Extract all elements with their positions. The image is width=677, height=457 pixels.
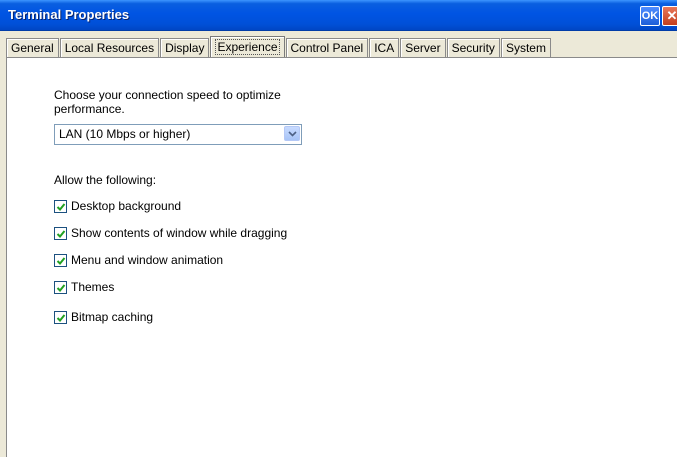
- option-bitmap-caching[interactable]: Bitmap caching: [54, 310, 153, 324]
- label-themes: Themes: [71, 280, 115, 294]
- tab-experience[interactable]: Experience: [210, 36, 285, 58]
- tab-control-panel[interactable]: Control Panel: [285, 38, 369, 57]
- tab-general[interactable]: General: [6, 38, 59, 57]
- check-icon: [56, 283, 66, 292]
- checkbox-menu-window-animation[interactable]: [54, 253, 67, 267]
- tab-server[interactable]: Server: [400, 38, 446, 57]
- tab-ica[interactable]: ICA: [369, 38, 400, 57]
- option-desktop-background[interactable]: Desktop background: [54, 199, 181, 213]
- check-icon: [56, 313, 66, 322]
- tab-display[interactable]: Display: [160, 38, 210, 57]
- checkbox-desktop-background[interactable]: [54, 199, 67, 213]
- tab-local-resources[interactable]: Local Resources: [59, 38, 160, 57]
- label-desktop-background: Desktop background: [71, 199, 182, 213]
- tab-strip: General Local Resources Display Experien…: [6, 36, 552, 58]
- speed-prompt: Choose your connection speed to optimize…: [54, 88, 281, 116]
- title-bar: Terminal Properties OK ✕: [0, 0, 677, 31]
- label-show-contents-dragging: Show contents of window while dragging: [71, 226, 288, 240]
- tab-system[interactable]: System: [500, 38, 551, 57]
- label-bitmap-caching: Bitmap caching: [71, 310, 154, 324]
- connection-speed-select[interactable]: LAN (10 Mbps or higher): [54, 124, 302, 145]
- ok-button[interactable]: OK: [640, 6, 660, 26]
- option-show-contents-dragging[interactable]: Show contents of window while dragging: [54, 226, 287, 240]
- close-button[interactable]: ✕: [662, 6, 677, 26]
- check-icon: [56, 202, 66, 211]
- check-icon: [56, 256, 66, 265]
- check-icon: [56, 229, 66, 238]
- option-themes[interactable]: Themes: [54, 280, 114, 294]
- chevron-down-icon[interactable]: [284, 126, 300, 141]
- checkbox-bitmap-caching[interactable]: [54, 310, 67, 324]
- window-title: Terminal Properties: [8, 7, 130, 22]
- checkbox-show-contents-dragging[interactable]: [54, 226, 67, 240]
- option-menu-window-animation[interactable]: Menu and window animation: [54, 253, 223, 267]
- allow-label: Allow the following:: [54, 173, 157, 187]
- label-menu-window-animation: Menu and window animation: [71, 253, 224, 267]
- tab-security[interactable]: Security: [446, 38, 500, 57]
- experience-panel: Choose your connection speed to optimize…: [6, 57, 677, 457]
- checkbox-themes[interactable]: [54, 280, 67, 294]
- tab-experience-label: Experience: [215, 39, 280, 55]
- connection-speed-value: LAN (10 Mbps or higher): [59, 127, 191, 141]
